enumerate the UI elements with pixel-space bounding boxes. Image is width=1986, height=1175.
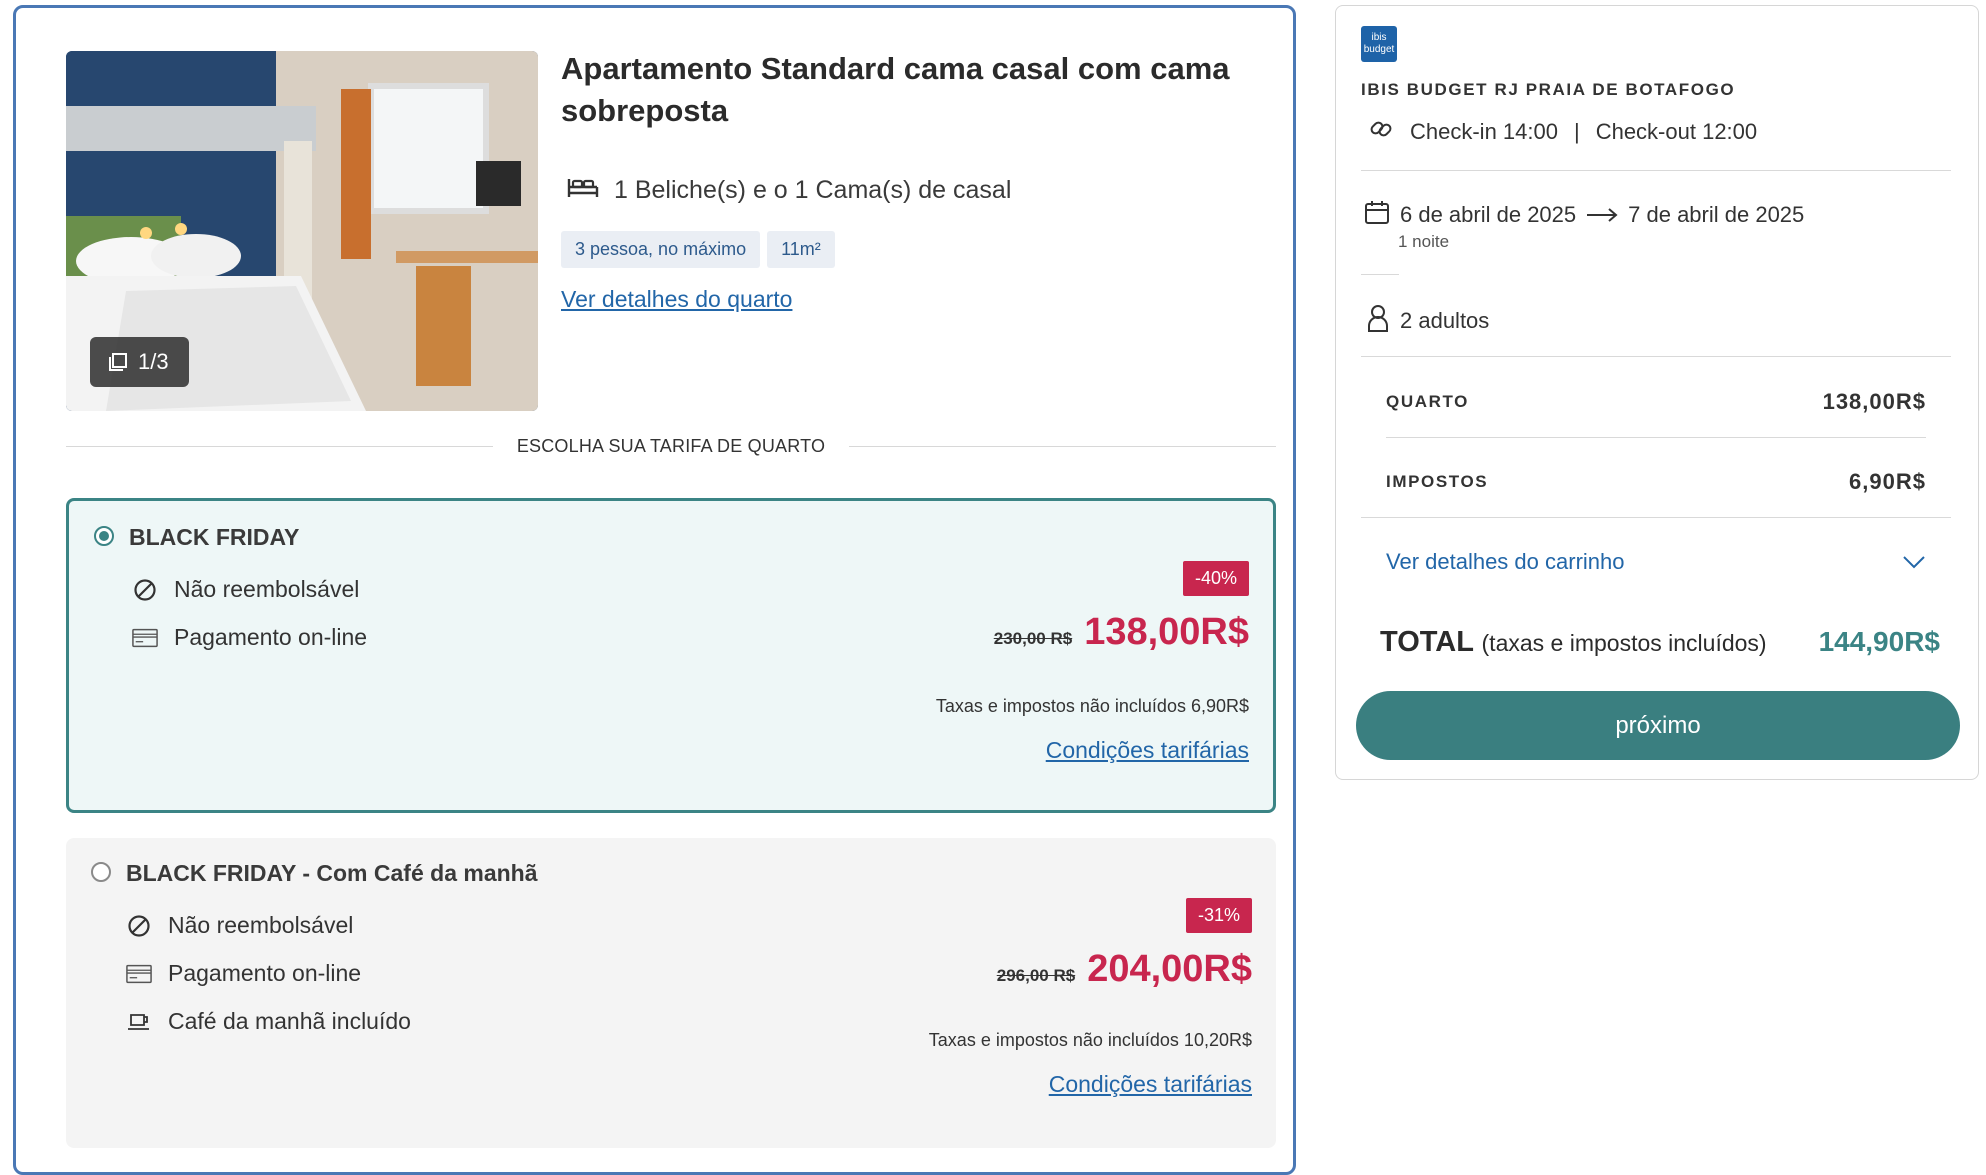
tax-note: Taxas e impostos não incluídos 6,90R$ (935, 696, 1249, 716)
rate-radio[interactable] (91, 862, 111, 882)
old-price: 296,00 R$ (996, 966, 1076, 985)
bed-info-text: 1 Beliche(s) e o 1 Cama(s) de casal (614, 176, 1012, 204)
divider-line (849, 445, 1276, 447)
total-note: (taxas e impostos incluídos) (1481, 630, 1767, 656)
rates-heading-text: ESCOLHA SUA TARIFA DE QUARTO (516, 435, 826, 456)
price-row: 296,00 R$ 204,00R$ (997, 948, 1252, 991)
rate-feature-text: Não reembolsável (174, 576, 360, 602)
link-icon (1368, 116, 1394, 148)
guest-count: 2 adultos (1366, 304, 1489, 338)
next-button[interactable]: próximo (1356, 691, 1960, 760)
rates-heading: ESCOLHA SUA TARIFA DE QUARTO (66, 433, 1276, 459)
rate-feature-online-payment: Pagamento on-line (132, 624, 367, 651)
room-value: 138,00R$ (1822, 389, 1926, 414)
calendar-icon (1364, 199, 1390, 231)
price-row: 230,00 R$ 138,00R$ (994, 611, 1249, 654)
no-refund-icon (132, 578, 158, 602)
rate-feature-text: Pagamento on-line (174, 624, 368, 650)
checkin-time: Check-in 14:00 (1410, 119, 1558, 144)
separator: | (1573, 119, 1580, 144)
taxes-line-item: IMPOSTOS 6,90R$ (1386, 469, 1926, 495)
rate-feature-text: Café da manhã incluído (168, 1008, 411, 1034)
size-tag: 11m² (767, 231, 835, 268)
hotel-name: IBIS BUDGET RJ PRAIA DE BOTAFOGO (1361, 80, 1736, 99)
divider-short (1361, 274, 1399, 275)
room-title: Apartamento Standard cama casal com cama… (561, 51, 1230, 128)
rate-option-black-friday[interactable]: BLACK FRIDAY Não reembolsável Pagamento … (66, 498, 1276, 813)
credit-card-icon (132, 628, 158, 648)
chevron-down-icon[interactable] (1902, 549, 1926, 575)
guest-count-text: 2 adultos (1400, 308, 1490, 333)
hotel-logo: ibis budget (1361, 26, 1397, 62)
cart-summary: ibis budget IBIS BUDGET RJ PRAIA DE BOTA… (1335, 5, 1979, 780)
rate-option-black-friday-breakfast[interactable]: BLACK FRIDAY - Com Café da manhã Não ree… (66, 838, 1276, 1148)
cart-details-toggle[interactable]: Ver detalhes do carrinho (1386, 549, 1926, 575)
divider (1361, 517, 1951, 518)
old-price: 230,00 R$ (993, 629, 1073, 648)
gallery-icon (108, 352, 128, 372)
photo-counter-text: 1/3 (138, 349, 169, 374)
current-price: 138,00R$ (1084, 611, 1249, 653)
taxes-value: 6,90R$ (1849, 469, 1926, 494)
photo-counter[interactable]: 1/3 (90, 337, 189, 387)
cart-details-link[interactable]: Ver detalhes do carrinho (1386, 549, 1625, 575)
rate-name: BLACK FRIDAY (129, 524, 300, 550)
discount-badge: -31% (1185, 898, 1252, 933)
room-photo[interactable]: 1/3 (66, 51, 538, 411)
person-icon (1366, 304, 1390, 338)
room-label: QUARTO (1386, 392, 1469, 411)
room-card: 1/3 Apartamento Standard cama casal com … (13, 5, 1296, 1175)
rate-radio-selected[interactable] (94, 526, 114, 546)
coffee-cup-icon (126, 1011, 152, 1033)
tax-note: Taxas e impostos não incluídos 10,20R$ (928, 1030, 1252, 1050)
room-tags: 3 pessoa, no máximo 11m² (561, 231, 835, 268)
room-details-link[interactable]: Ver detalhes do quarto (561, 286, 792, 313)
date-from: 6 de abril de 2025 (1400, 202, 1577, 227)
room-line-item: QUARTO 138,00R$ (1386, 389, 1926, 415)
rate-name: BLACK FRIDAY - Com Café da manhã (126, 860, 538, 886)
rate-conditions-link[interactable]: Condições tarifárias (1046, 737, 1249, 764)
credit-card-icon (126, 964, 152, 984)
rate-feature-nonrefundable: Não reembolsável (126, 912, 353, 939)
stay-dates: 6 de abril de 2025 7 de abril de 2025 (1364, 199, 1804, 231)
checkout-time: Check-out 12:00 (1595, 119, 1758, 144)
no-refund-icon (126, 914, 152, 938)
checkin-checkout: Check-in 14:00 | Check-out 12:00 (1368, 116, 1757, 148)
divider (1361, 170, 1951, 171)
rate-feature-online-payment: Pagamento on-line (126, 960, 361, 987)
rate-conditions-link[interactable]: Condições tarifárias (1049, 1071, 1252, 1098)
date-to: 7 de abril de 2025 (1628, 202, 1805, 227)
taxes-label: IMPOSTOS (1386, 472, 1489, 491)
capacity-tag: 3 pessoa, no máximo (561, 231, 761, 268)
divider-line (66, 445, 493, 447)
total-label: TOTAL (taxas e impostos incluídos) (1380, 626, 1767, 659)
total-row: TOTAL (taxas e impostos incluídos) 144,9… (1380, 626, 1940, 659)
rate-feature-nonrefundable: Não reembolsável (132, 576, 359, 603)
current-price: 204,00R$ (1087, 948, 1252, 990)
bed-info: 1 Beliche(s) e o 1 Cama(s) de casal (566, 173, 1011, 208)
rate-feature-text: Não reembolsável (168, 912, 354, 938)
discount-badge: -40% (1182, 561, 1249, 596)
arrow-right-icon (1586, 202, 1618, 228)
total-value: 144,90R$ (1818, 626, 1940, 657)
rate-feature-text: Pagamento on-line (168, 960, 362, 986)
nights-count: 1 noite (1398, 232, 1450, 251)
total-label-text: TOTAL (1380, 626, 1474, 658)
rate-feature-breakfast: Café da manhã incluído (126, 1008, 411, 1035)
divider (1361, 356, 1951, 357)
bed-icon (566, 173, 600, 208)
divider (1386, 437, 1926, 438)
